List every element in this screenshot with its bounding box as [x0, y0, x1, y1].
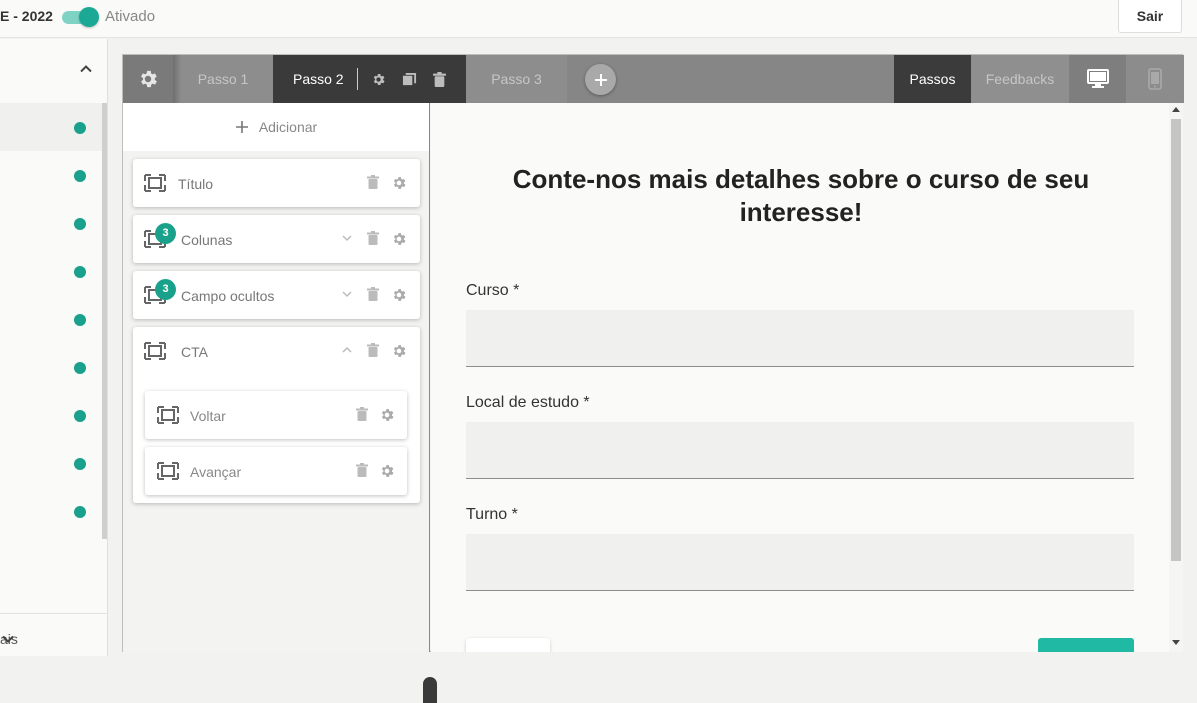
add-block-label: Adicionar: [258, 119, 318, 135]
tab-step-3[interactable]: Passo 3: [466, 55, 567, 103]
form-preview: Conte-nos mais detalhes sobre o curso de…: [431, 103, 1183, 652]
status-dot: [74, 266, 86, 278]
trash-icon[interactable]: [356, 463, 368, 477]
sidebar-item-selected[interactable]: [0, 103, 104, 151]
desktop-view-button[interactable]: [1069, 55, 1126, 103]
field-label: Local de estudo *: [466, 394, 590, 411]
logout-button[interactable]: Sair: [1118, 0, 1182, 33]
add-block-button[interactable]: Adicionar: [123, 103, 429, 151]
top-bar: E - 2022 Ativado Sair: [0, 0, 1197, 38]
status-dot: [74, 314, 86, 326]
left-sidebar: ais: [0, 39, 108, 656]
tab-passos[interactable]: Passos: [894, 55, 971, 103]
editor-toolbar: Passo 1 Passo 2 Passo 3 Passos Feedbacks: [123, 55, 1184, 103]
field-label: Turno *: [466, 506, 518, 523]
block-label: CTA: [181, 344, 208, 360]
form-title: Conte-nos mais detalhes sobre o curso de…: [512, 164, 1090, 227]
block-label: Colunas: [181, 232, 233, 248]
tab-label: Passo 1: [197, 71, 249, 87]
gear-icon: [137, 68, 159, 90]
status-dot: [74, 362, 86, 374]
status-dot: [74, 506, 86, 518]
block-label: Título: [178, 176, 214, 192]
form-editor: Passo 1 Passo 2 Passo 3 Passos Feedbacks…: [122, 54, 1184, 703]
tab-step-2[interactable]: Passo 2: [273, 55, 466, 103]
trash-icon[interactable]: [367, 175, 379, 189]
next-button[interactable]: [1038, 638, 1134, 652]
trash-icon[interactable]: [367, 231, 379, 245]
block-label: Voltar: [190, 408, 226, 424]
count-badge: 3: [155, 223, 176, 244]
project-title: E - 2022: [0, 8, 53, 24]
desktop-icon: [1086, 69, 1109, 89]
status-dot: [74, 122, 86, 134]
field-label: Curso *: [466, 282, 520, 299]
scroll-down-icon[interactable]: [1172, 640, 1180, 645]
tab-label: Feedbacks: [985, 71, 1055, 87]
mobile-icon: [1148, 68, 1162, 90]
plus-icon: [235, 120, 259, 134]
active-toggle[interactable]: [60, 7, 99, 27]
turno-input[interactable]: [466, 534, 1134, 591]
gear-icon[interactable]: [371, 72, 386, 87]
gear-icon[interactable]: [379, 463, 395, 479]
sidebar-scrollbar[interactable]: [102, 103, 107, 539]
gear-icon[interactable]: [391, 343, 407, 359]
block-drag-icon[interactable]: [157, 405, 179, 425]
trash-icon[interactable]: [367, 287, 379, 301]
block-card[interactable]: Título: [133, 159, 420, 207]
block-card[interactable]: 3 Campo ocultos: [133, 271, 420, 319]
blocks-panel: Adicionar Título 3 Colunas 3 Campo ocult…: [123, 103, 437, 703]
local-estudo-input[interactable]: [466, 422, 1134, 479]
tab-step-1[interactable]: Passo 1: [173, 55, 273, 103]
toggle-knob: [79, 7, 99, 27]
preview-scrollbar[interactable]: [1169, 103, 1183, 652]
scroll-up-icon[interactable]: [1172, 107, 1180, 112]
plus-icon: [594, 73, 608, 87]
sidebar-bottom-section[interactable]: ais: [0, 613, 107, 656]
block-label: Avançar: [190, 464, 242, 480]
gear-icon[interactable]: [391, 287, 407, 303]
tab-divider: [356, 68, 358, 90]
block-drag-icon[interactable]: [157, 461, 179, 481]
gear-icon[interactable]: [379, 407, 395, 423]
tab-label: Passos: [909, 71, 956, 87]
chevron-down-icon[interactable]: [0, 631, 16, 647]
chevron-down-icon[interactable]: [341, 231, 353, 245]
block-drag-icon[interactable]: [144, 341, 166, 361]
scrollbar-thumb[interactable]: [1171, 119, 1181, 561]
chevron-up-icon[interactable]: [341, 343, 353, 357]
tab-feedbacks[interactable]: Feedbacks: [971, 55, 1069, 103]
chevron-down-icon[interactable]: [341, 287, 353, 301]
sub-block-card[interactable]: Avançar: [145, 447, 407, 495]
tab-label: Passo 2: [293, 71, 344, 87]
tab-label: Passo 3: [491, 71, 542, 87]
gear-icon[interactable]: [391, 231, 407, 247]
status-dot: [74, 170, 86, 182]
trash-icon[interactable]: [367, 343, 379, 357]
panel-resize-handle[interactable]: [423, 677, 437, 703]
gear-icon[interactable]: [391, 175, 407, 191]
back-button[interactable]: [466, 638, 550, 652]
status-dot: [74, 218, 86, 230]
sub-block-card[interactable]: Voltar: [145, 391, 407, 439]
count-badge: 3: [155, 279, 176, 300]
toggle-label: Ativado: [105, 8, 156, 25]
trash-icon[interactable]: [432, 71, 446, 87]
status-dot: [74, 458, 86, 470]
block-card[interactable]: 3 Colunas: [133, 215, 420, 263]
block-card-cta[interactable]: CTA Voltar Avançar: [133, 327, 420, 503]
duplicate-icon[interactable]: [402, 72, 417, 87]
curso-input[interactable]: [466, 310, 1134, 367]
block-drag-icon[interactable]: [144, 173, 166, 193]
trash-icon[interactable]: [356, 407, 368, 421]
settings-button[interactable]: [123, 55, 173, 103]
add-step-button[interactable]: [585, 64, 616, 95]
status-dot: [74, 410, 86, 422]
block-label: Campo ocultos: [181, 288, 275, 304]
mobile-view-button[interactable]: [1126, 55, 1184, 103]
chevron-up-icon[interactable]: [78, 61, 94, 77]
